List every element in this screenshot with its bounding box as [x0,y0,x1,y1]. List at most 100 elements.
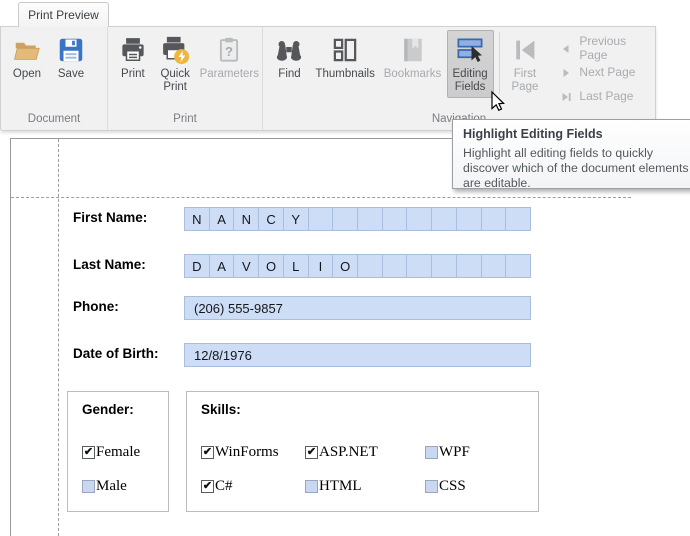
comb-cell[interactable] [358,255,383,277]
comb-cell[interactable]: C [259,208,284,230]
checkbox-label: ASP.NET [319,444,378,461]
ribbon: Open SaveDocument Print Quick Print ?Par… [0,26,656,131]
comb-cell[interactable] [482,255,507,277]
last-name-label: Last Name: [73,257,146,272]
checkbox-c[interactable]: ✔C# [201,477,233,495]
comb-cell[interactable] [506,208,530,230]
previous-page-button: Previous Page [560,36,655,60]
quick-print-label: Quick Print [155,68,196,94]
comb-cell[interactable]: I [309,255,334,277]
unchecked-checkbox-icon[interactable] [425,480,438,493]
ribbon-group-print: Print Quick Print ?ParametersPrint [108,27,263,130]
comb-cell[interactable] [383,255,408,277]
comb-cell[interactable] [407,255,432,277]
comb-cell[interactable] [383,208,408,230]
comb-cell[interactable] [432,208,457,230]
next-page-label: Next Page [579,65,635,79]
last-page-label: Last Page [579,89,633,103]
first-page-icon [510,35,540,65]
checkbox-male[interactable]: Male [82,477,127,495]
comb-cell[interactable]: O [333,255,358,277]
tab-print-preview[interactable]: Print Preview [18,2,109,27]
checkbox-label: CSS [439,478,466,495]
checked-checkbox-icon[interactable]: ✔ [201,480,214,493]
checkbox-label: Male [96,478,127,495]
open-label: Open [8,68,46,81]
comb-cell[interactable]: A [210,208,235,230]
comb-cell[interactable]: V [234,255,259,277]
comb-cell[interactable] [407,208,432,230]
open-folder-icon [12,35,42,65]
unchecked-checkbox-icon[interactable] [425,446,438,459]
checkbox-winforms[interactable]: ✔WinForms [201,443,279,461]
checked-checkbox-icon[interactable]: ✔ [82,446,95,459]
ribbon-buttons-row: Find Thumbnails Bookmarks Editing Fields… [263,27,655,108]
comb-cell[interactable] [333,208,358,230]
bookmarks-icon [398,35,428,65]
page-nav-links: Previous Page Next Page Last Page [560,30,655,108]
bookmarks-button: Bookmarks [380,30,444,98]
comb-cell[interactable]: A [210,255,235,277]
editing-fields-button[interactable]: Editing Fields [447,30,494,98]
comb-cell[interactable] [432,255,457,277]
checkbox-label: WinForms [215,444,279,461]
comb-cell[interactable]: N [234,208,259,230]
comb-cell[interactable] [506,255,530,277]
date-of-birth-field[interactable]: 12/8/1976 [184,343,531,367]
thumbnails-button[interactable]: Thumbnails [312,30,378,98]
comb-cell[interactable] [358,208,383,230]
comb-cell[interactable] [482,208,507,230]
comb-cell[interactable]: D [185,255,210,277]
tooltip-title: Highlight Editing Fields [463,127,690,141]
comb-cell[interactable] [457,208,482,230]
checkbox-asp-net[interactable]: ✔ASP.NET [305,443,378,461]
checkbox-wpf[interactable]: WPF [425,443,470,461]
comb-cell[interactable]: N [185,208,210,230]
checked-checkbox-icon[interactable]: ✔ [201,446,214,459]
checkbox-female[interactable]: ✔Female [82,443,140,461]
phone-label: Phone: [73,299,119,314]
document-group-label: Document [1,108,107,130]
print-group-label: Print [108,108,262,130]
checked-checkbox-icon[interactable]: ✔ [305,446,318,459]
first-name-label: First Name: [73,210,147,225]
unchecked-checkbox-icon[interactable] [305,480,318,493]
tab-print-preview-label: Print Preview [28,8,99,22]
document-page: First Name:NANCYLast Name:DAVOLIOPhone:(… [10,138,690,536]
unchecked-checkbox-icon[interactable] [82,480,95,493]
next-arrow-icon [560,66,572,78]
bookmarks-label: Bookmarks [381,68,443,81]
ribbon-item-separator [499,32,500,94]
comb-cell[interactable]: O [259,255,284,277]
save-button[interactable]: Save [49,30,93,98]
thumbnails-icon [330,35,360,65]
gender-label: Gender: [82,402,134,417]
print-button[interactable]: Print [114,30,152,98]
first-name-field[interactable]: NANCY [184,207,531,231]
tooltip-body: Highlight all editing fields to quickly … [463,146,690,191]
find-button[interactable]: Find [269,30,310,98]
last-page-button: Last Page [560,84,655,108]
comb-cell[interactable] [457,255,482,277]
editing-fields-icon [455,35,485,65]
phone-field[interactable]: (206) 555-9857 [184,296,531,320]
print-label: Print [115,68,151,81]
ribbon-buttons-row: Open Save [1,27,107,108]
parameters-icon: ? [214,35,244,65]
comb-cell[interactable]: Y [284,208,309,230]
save-icon [56,35,86,65]
find-label: Find [270,68,309,81]
thumbnails-label: Thumbnails [313,68,377,81]
checkbox-html[interactable]: HTML [305,477,362,495]
open-button[interactable]: Open [7,30,47,98]
comb-cell[interactable] [309,208,334,230]
ribbon-group-navigation: Find Thumbnails Bookmarks Editing Fields… [263,27,655,130]
checkbox-css[interactable]: CSS [425,477,466,495]
last-arrow-icon [560,90,572,102]
page-margin-line-horizontal [11,197,631,198]
skills-box: Skills:✔WinForms✔ASP.NETWPF✔C#HTMLCSS [186,391,539,512]
comb-cell[interactable]: L [284,255,309,277]
last-name-field[interactable]: DAVOLIO [184,254,531,278]
quick-print-button[interactable]: Quick Print [154,30,197,98]
quick-print-icon [160,35,190,65]
